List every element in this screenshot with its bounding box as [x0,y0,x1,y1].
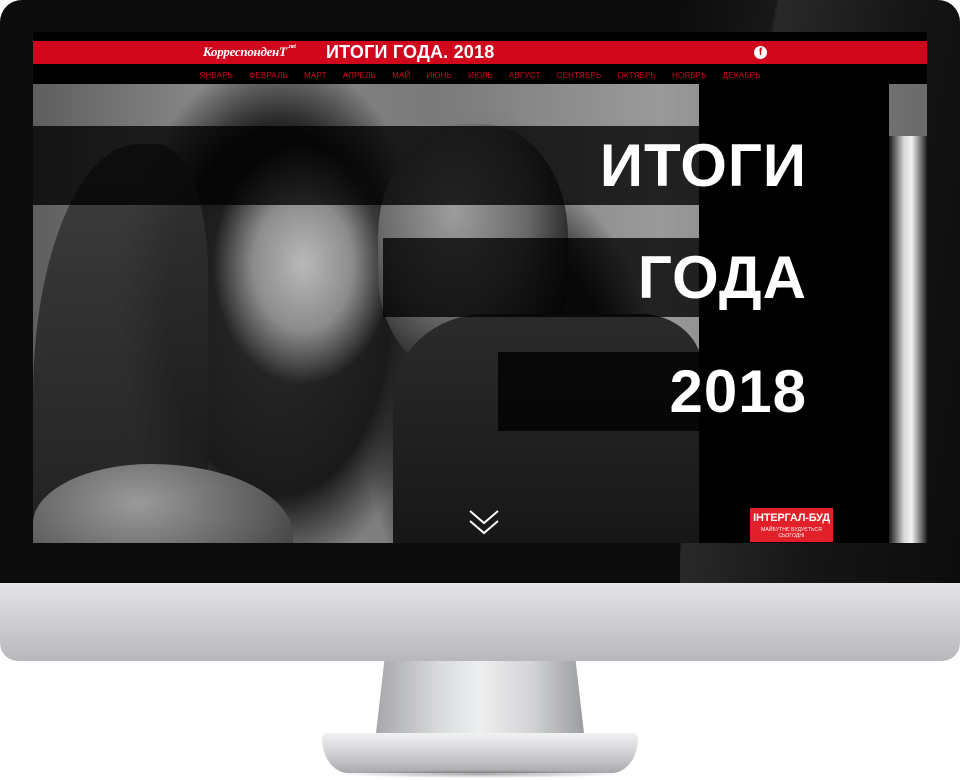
screen: КорреспонденТ.net ИТОГИ ГОДА. 2018 f ЯНВ… [33,32,927,543]
sponsor-tagline: МАЙБУТНЄ БУДУЄТЬСЯ СЬОГОДНІ [761,527,822,539]
site-logo[interactable]: КорреспонденТ.net [203,44,296,60]
month-link-march[interactable]: МАРТ [296,71,335,85]
photo-right-edge [889,136,927,543]
month-link-november[interactable]: НОЯБРЬ [664,71,715,85]
month-nav: ЯНВАРЬ ФЕВРАЛЬ МАРТ АПРЕЛЬ МАЙ ИЮНЬ ИЮЛЬ… [33,71,927,85]
monitor-stand-neck [376,661,584,733]
month-link-april[interactable]: АПРЕЛЬ [335,71,384,85]
hero-title-line-2: ГОДА [637,244,807,311]
site-header-bar: КорреспонденТ.net ИТОГИ ГОДА. 2018 f [33,41,927,64]
site-title[interactable]: ИТОГИ ГОДА. 2018 [326,42,494,63]
sponsor-name: ІНТЕРГАЛ-БУД [753,512,830,524]
chevron-double-down-icon[interactable] [467,506,501,540]
month-link-january[interactable]: ЯНВАРЬ [191,71,241,85]
month-link-february[interactable]: ФЕВРАЛЬ [241,71,296,85]
month-link-september[interactable]: СЕНТЯБРЬ [549,71,610,85]
month-link-july[interactable]: ИЮЛЬ [460,71,501,85]
hero-title-line-1: ИТОГИ [599,132,807,199]
month-link-august[interactable]: АВГУСТ [501,71,549,85]
sponsor-logo[interactable]: ІНТЕРГАЛ-БУД МАЙБУТНЄ БУДУЄТЬСЯ СЬОГОДНІ [750,508,833,542]
month-link-may[interactable]: МАЙ [384,71,418,85]
monitor-stand-base [322,733,638,773]
hero-title-line-3: 2018 [669,358,807,425]
monitor-chin [0,583,960,661]
month-link-december[interactable]: ДЕКАБРЬ [715,71,769,85]
facebook-icon[interactable]: f [754,46,767,59]
stand-shadow [336,770,624,778]
month-link-october[interactable]: ОКТЯБРЬ [609,71,664,85]
month-link-june[interactable]: ИЮНЬ [418,71,460,85]
